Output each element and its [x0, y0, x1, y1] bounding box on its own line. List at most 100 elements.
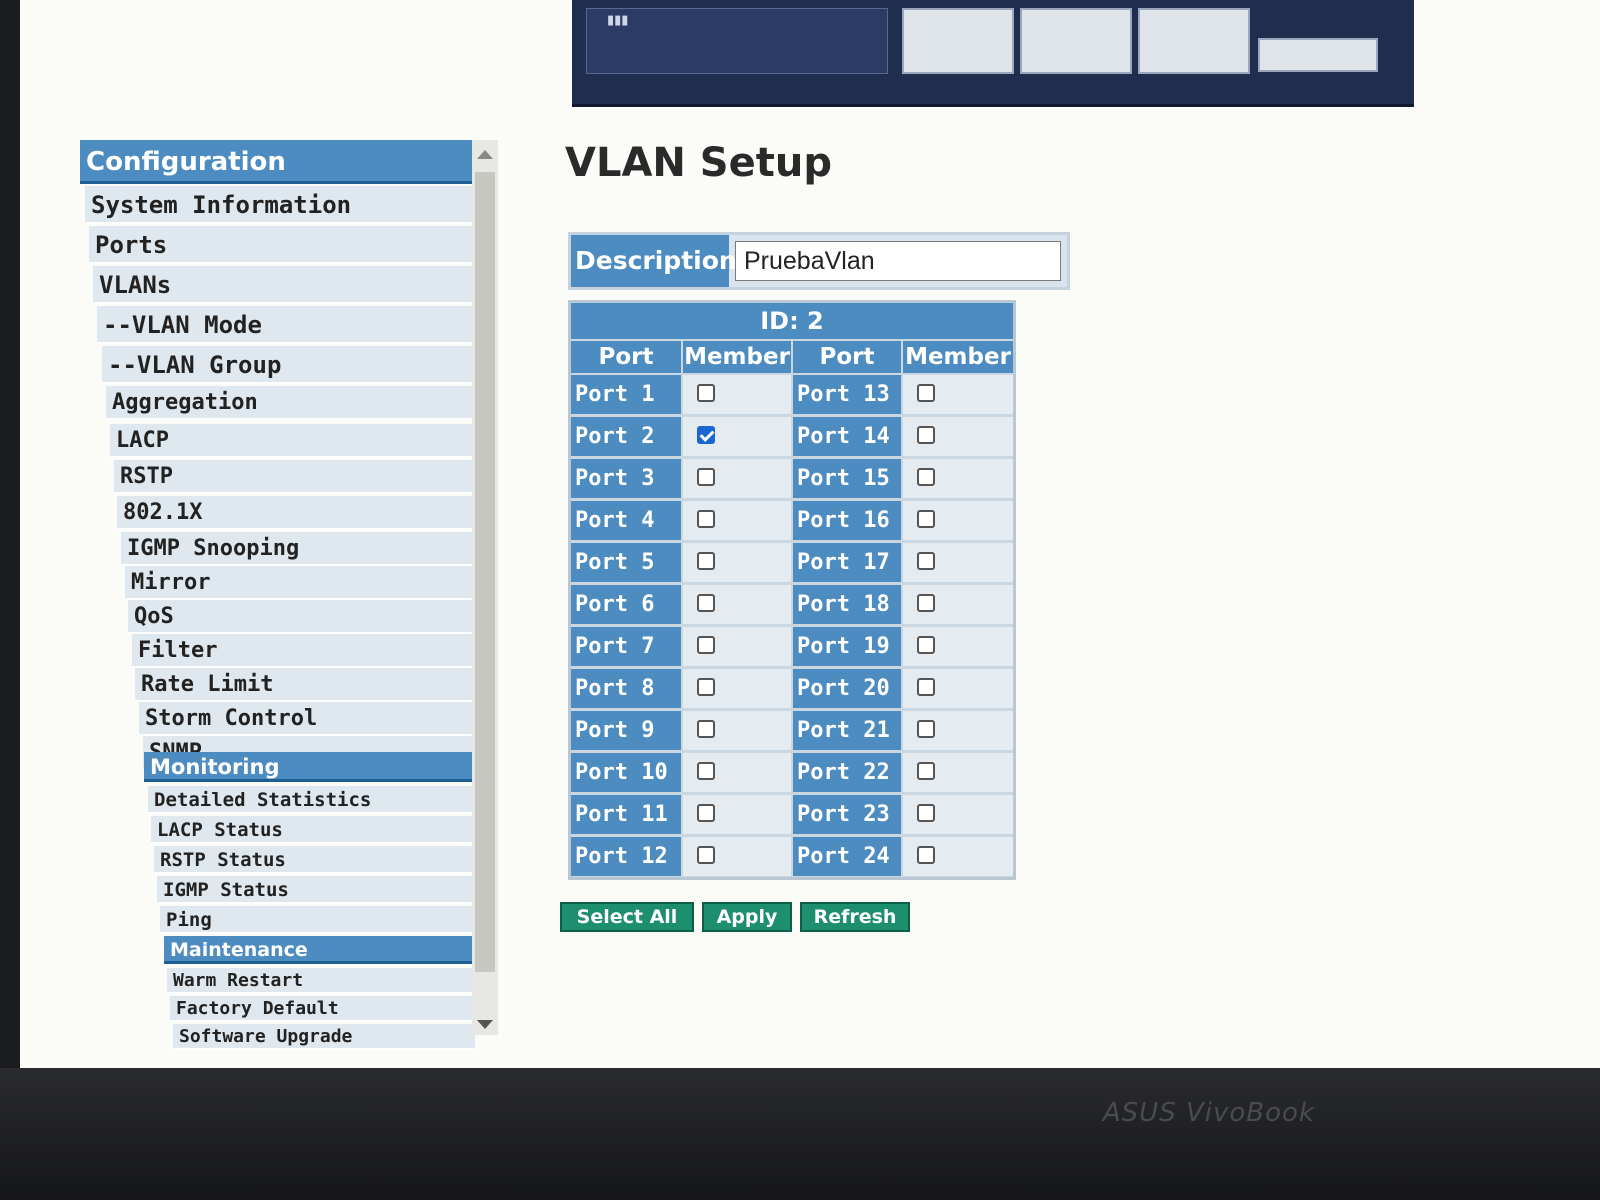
sidebar-item-rstp-status[interactable]: RSTP Status	[154, 846, 475, 874]
sidebar-item-rate-limit[interactable]: Rate Limit	[135, 668, 475, 702]
select-all-button[interactable]: Select All	[560, 902, 694, 932]
browser-screen: ▮▮▮ Configuration System Information Ports…	[20, 0, 1600, 1068]
sidebar-header-maintenance: Maintenance	[164, 936, 475, 964]
member-cell	[903, 459, 1013, 498]
member-checkbox-port-16[interactable]	[917, 510, 935, 528]
sidebar-item-igmp-snooping[interactable]: IGMP Snooping	[121, 532, 475, 566]
sidebar-item-qos[interactable]: QoS	[128, 600, 475, 634]
sidebar-item-igmp-status[interactable]: IGMP Status	[157, 876, 475, 904]
switch-sfp-ports	[1258, 38, 1378, 72]
member-checkbox-port-4[interactable]	[697, 510, 715, 528]
table-row: Port 3 Port 15	[571, 459, 1013, 500]
sidebar-item-lacp[interactable]: LACP	[110, 424, 475, 458]
member-cell	[683, 543, 791, 582]
sidebar-item-detailed-statistics[interactable]: Detailed Statistics	[148, 786, 475, 814]
scroll-down-arrow-icon[interactable]	[477, 1020, 493, 1029]
table-row: Port 7 Port 19	[571, 627, 1013, 668]
sidebar-item-storm-control[interactable]: Storm Control	[139, 702, 475, 736]
table-row: Port 11 Port 23	[571, 795, 1013, 836]
member-cell	[683, 753, 791, 792]
port-label: Port 10	[571, 753, 681, 792]
member-checkbox-port-21[interactable]	[917, 720, 935, 738]
sidebar-item-vlans[interactable]: VLANs	[93, 266, 475, 304]
refresh-button[interactable]: Refresh	[800, 902, 910, 932]
description-row: Description	[568, 232, 1070, 290]
sidebar-item-ports[interactable]: Ports	[89, 226, 475, 264]
sidebar-item-filter[interactable]: Filter	[132, 634, 475, 668]
col-header-port: Port	[571, 341, 681, 373]
vlan-id-header: ID: 2	[571, 303, 1013, 339]
member-checkbox-port-7[interactable]	[697, 636, 715, 654]
switch-port-group	[902, 8, 1014, 74]
sidebar-item-ping[interactable]: Ping	[160, 906, 475, 934]
member-checkbox-port-20[interactable]	[917, 678, 935, 696]
member-checkbox-port-23[interactable]	[917, 804, 935, 822]
col-header-member: Member	[903, 341, 1013, 373]
scrollbar-thumb[interactable]	[475, 172, 495, 972]
member-cell	[903, 669, 1013, 708]
member-checkbox-port-18[interactable]	[917, 594, 935, 612]
table-row: Port 2 Port 14	[571, 417, 1013, 458]
sidebar-item-aggregation[interactable]: Aggregation	[106, 386, 475, 420]
member-cell	[903, 837, 1013, 876]
switch-logo: ▮▮▮	[607, 13, 629, 28]
description-input[interactable]	[735, 241, 1061, 281]
member-checkbox-port-19[interactable]	[917, 636, 935, 654]
member-cell	[903, 795, 1013, 834]
port-label: Port 9	[571, 711, 681, 750]
table-row: Port 10 Port 22	[571, 753, 1013, 794]
sidebar-item-vlan-group[interactable]: --VLAN Group	[102, 346, 475, 384]
sidebar-header-monitoring: Monitoring	[144, 752, 475, 782]
member-checkbox-port-5[interactable]	[697, 552, 715, 570]
scroll-up-arrow-icon[interactable]	[477, 150, 493, 159]
sidebar-item-warm-restart[interactable]: Warm Restart	[167, 968, 475, 994]
member-checkbox-port-15[interactable]	[917, 468, 935, 486]
port-label: Port 20	[793, 669, 901, 708]
member-cell	[903, 543, 1013, 582]
sidebar-item-software-upgrade[interactable]: Software Upgrade	[173, 1024, 475, 1050]
switch-port-group	[1020, 8, 1132, 74]
member-checkbox-port-2[interactable]	[697, 426, 715, 444]
apply-button[interactable]: Apply	[702, 902, 792, 932]
member-cell	[683, 375, 791, 414]
sidebar-item-system-information[interactable]: System Information	[85, 186, 475, 224]
sidebar-nav: Configuration System Information Ports VLAN…	[80, 140, 475, 1068]
member-cell	[683, 711, 791, 750]
sidebar-item-mirror[interactable]: Mirror	[125, 566, 475, 600]
member-cell	[683, 795, 791, 834]
col-header-member: Member	[683, 341, 791, 373]
member-cell	[683, 837, 791, 876]
port-label: Port 18	[793, 585, 901, 624]
member-checkbox-port-9[interactable]	[697, 720, 715, 738]
member-checkbox-port-13[interactable]	[917, 384, 935, 402]
member-checkbox-port-6[interactable]	[697, 594, 715, 612]
member-checkbox-port-1[interactable]	[697, 384, 715, 402]
table-row: Port 6 Port 18	[571, 585, 1013, 626]
sidebar-item-factory-default[interactable]: Factory Default	[170, 996, 475, 1022]
member-cell	[683, 417, 791, 456]
sidebar-item-lacp-status[interactable]: LACP Status	[151, 816, 475, 844]
member-cell	[903, 627, 1013, 666]
member-checkbox-port-22[interactable]	[917, 762, 935, 780]
port-label: Port 19	[793, 627, 901, 666]
member-checkbox-port-17[interactable]	[917, 552, 935, 570]
member-checkbox-port-12[interactable]	[697, 846, 715, 864]
member-checkbox-port-24[interactable]	[917, 846, 935, 864]
member-cell	[903, 417, 1013, 456]
switch-front-panel-image: ▮▮▮	[572, 0, 1414, 107]
member-checkbox-port-3[interactable]	[697, 468, 715, 486]
member-cell	[903, 585, 1013, 624]
sidebar-item-802-1x[interactable]: 802.1X	[117, 496, 475, 530]
member-cell	[903, 501, 1013, 540]
member-checkbox-port-11[interactable]	[697, 804, 715, 822]
switch-logo-panel: ▮▮▮	[586, 8, 888, 74]
port-label: Port 5	[571, 543, 681, 582]
sidebar-scrollbar[interactable]	[472, 140, 498, 1035]
member-checkbox-port-8[interactable]	[697, 678, 715, 696]
port-label: Port 4	[571, 501, 681, 540]
port-label: Port 24	[793, 837, 901, 876]
member-checkbox-port-10[interactable]	[697, 762, 715, 780]
sidebar-item-rstp[interactable]: RSTP	[114, 460, 475, 494]
sidebar-item-vlan-mode[interactable]: --VLAN Mode	[97, 306, 475, 344]
member-checkbox-port-14[interactable]	[917, 426, 935, 444]
